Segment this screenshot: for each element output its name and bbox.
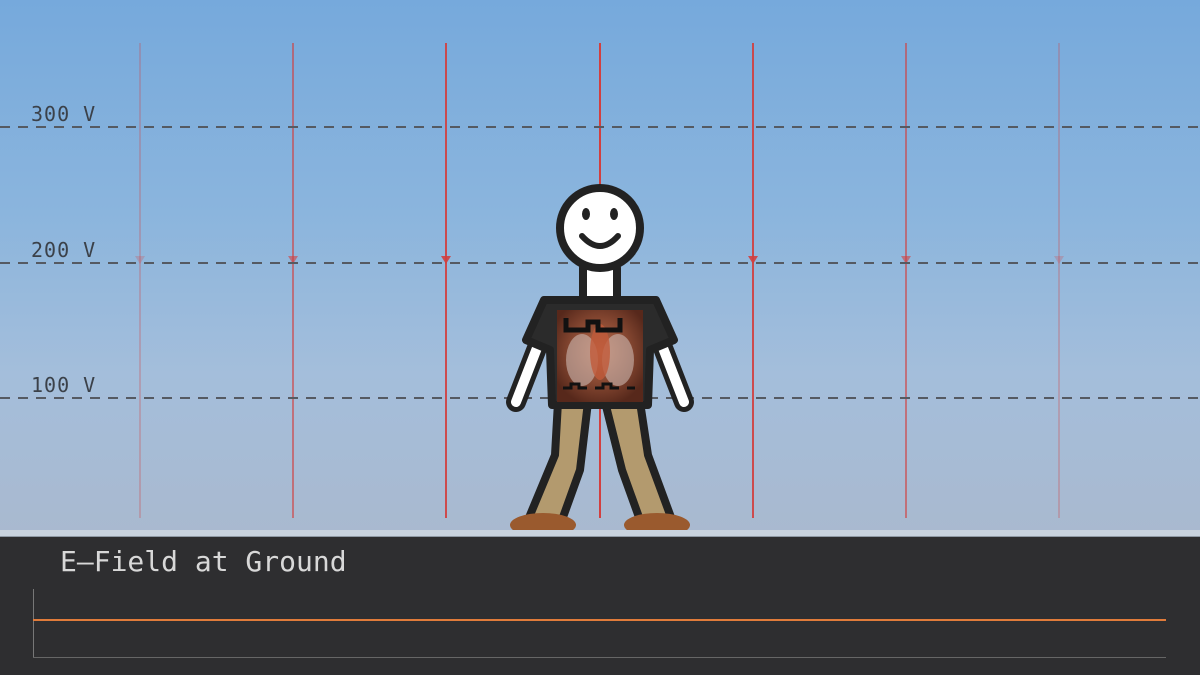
left-leg bbox=[524, 398, 592, 524]
band-shirt-graphic bbox=[557, 310, 643, 402]
ground-surface bbox=[0, 530, 1200, 537]
efield-plot bbox=[33, 589, 1166, 658]
sky-scene: 300 V 200 V 100 V bbox=[0, 0, 1200, 535]
head bbox=[556, 184, 644, 272]
stick-figure bbox=[506, 184, 694, 535]
efield-panel: E–Field at Ground bbox=[0, 537, 1200, 675]
right-leg bbox=[601, 398, 676, 524]
